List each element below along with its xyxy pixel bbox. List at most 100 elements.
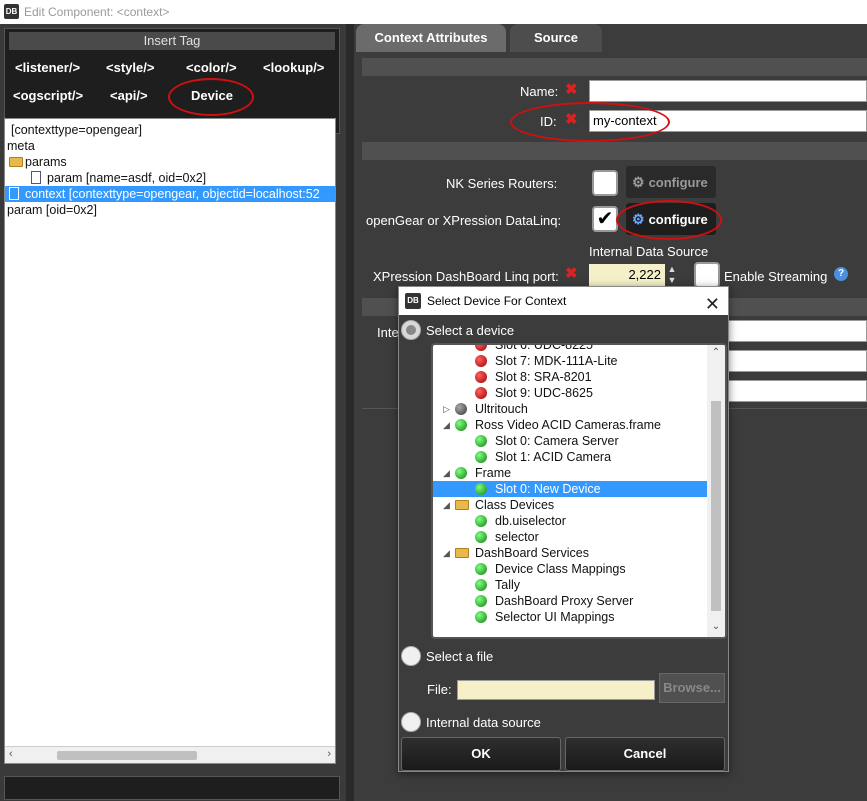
folder-icon xyxy=(455,500,469,510)
dialog-title: Select Device For Context xyxy=(427,294,567,308)
expanded-arrow-icon[interactable]: ◢ xyxy=(443,465,450,481)
device-row[interactable]: ◢ DashBoard Services xyxy=(433,545,709,561)
collapsed-arrow-icon[interactable]: ▷ xyxy=(443,401,450,417)
tree-item-selected[interactable]: context [contexttype=opengear, objectid=… xyxy=(5,186,335,202)
vertical-scrollbar[interactable]: ⌃ ⌄ xyxy=(707,345,725,637)
scroll-down-icon[interactable]: ⌄ xyxy=(707,619,725,635)
ok-button[interactable]: OK xyxy=(401,737,561,771)
device-row[interactable]: selector xyxy=(433,529,709,545)
status-green-icon xyxy=(455,467,467,479)
device-label: DashBoard Proxy Server xyxy=(495,594,634,608)
device-row[interactable]: Selector UI Mappings xyxy=(433,609,709,625)
scroll-thumb[interactable] xyxy=(711,401,721,611)
device-row[interactable]: Slot 7: MDK-111A-Lite xyxy=(433,353,709,369)
expanded-arrow-icon[interactable]: ◢ xyxy=(443,545,450,561)
tree-item[interactable]: param [name=asdf, oid=0x2] xyxy=(29,170,206,186)
tab-context-attributes[interactable]: Context Attributes xyxy=(356,24,506,52)
enable-streaming-label: Enable Streaming xyxy=(724,269,828,284)
status-red-icon xyxy=(475,345,487,351)
inte-label: Inte xyxy=(377,325,399,340)
internal-data-source-radio[interactable] xyxy=(401,712,421,732)
device-row[interactable]: ◢ Ross Video ACID Cameras.frame xyxy=(433,417,709,433)
browse-button[interactable]: Browse... xyxy=(659,673,725,703)
status-green-icon xyxy=(475,531,487,543)
device-row[interactable]: Tally xyxy=(433,577,709,593)
device-row[interactable]: ▷ Ultritouch xyxy=(433,401,709,417)
insert-tag-title: Insert Tag xyxy=(9,32,335,50)
device-label: Slot 0: New Device xyxy=(495,482,601,496)
insert-device-button[interactable]: Device xyxy=(191,88,233,103)
scroll-left-icon[interactable]: ‹ xyxy=(9,748,13,760)
tab-source[interactable]: Source xyxy=(510,24,602,52)
file-input[interactable] xyxy=(457,680,655,700)
gear-icon: ⚙ xyxy=(632,211,645,227)
status-red-icon xyxy=(475,387,487,399)
xpression-port-label: XPression DashBoard Linq port: xyxy=(373,269,559,284)
bottom-panel xyxy=(4,776,340,800)
insert-style-button[interactable]: <style/> xyxy=(106,60,154,75)
section-divider xyxy=(362,142,867,160)
status-red-icon xyxy=(475,355,487,367)
close-icon[interactable]: ✕ xyxy=(705,290,720,318)
window-title: Edit Component: <context> xyxy=(24,5,170,19)
select-file-radio[interactable] xyxy=(401,646,421,666)
device-row[interactable]: Slot 6: UDC-8225 xyxy=(433,343,709,353)
scroll-thumb[interactable] xyxy=(57,751,197,760)
opengear-configure-button[interactable]: ⚙ configure xyxy=(626,203,716,235)
insert-api-button[interactable]: <api/> xyxy=(110,88,148,103)
id-input[interactable]: my-context xyxy=(589,110,867,132)
device-row[interactable]: db.uiselector xyxy=(433,513,709,529)
device-row[interactable]: Slot 0: Camera Server xyxy=(433,433,709,449)
opengear-checkbox[interactable]: ✔ xyxy=(592,206,618,232)
nk-routers-checkbox[interactable] xyxy=(592,170,618,196)
splitter[interactable] xyxy=(346,24,354,801)
device-row[interactable]: ◢ Frame xyxy=(433,465,709,481)
device-label: DashBoard Services xyxy=(475,546,589,560)
background-field-2[interactable] xyxy=(726,350,867,372)
expanded-arrow-icon[interactable]: ◢ xyxy=(443,497,450,513)
tree-item[interactable]: param [oid=0x2] xyxy=(7,202,97,218)
device-row[interactable]: Slot 9: UDC-8625 xyxy=(433,385,709,401)
tree-item-params[interactable]: params xyxy=(7,154,67,170)
expanded-arrow-icon[interactable]: ◢ xyxy=(443,417,450,433)
device-label: Ultritouch xyxy=(475,402,528,416)
insert-color-button[interactable]: <color/> xyxy=(186,60,237,75)
device-row[interactable]: DashBoard Proxy Server xyxy=(433,593,709,609)
device-label: Slot 0: Camera Server xyxy=(495,434,619,448)
app-icon: DB xyxy=(4,4,19,19)
tree-item[interactable]: [contexttype=opengear] xyxy=(11,122,142,138)
port-spinner[interactable]: 2,222 xyxy=(589,264,665,286)
device-row[interactable]: ◢ Class Devices xyxy=(433,497,709,513)
nk-configure-button[interactable]: ⚙ configure xyxy=(626,166,716,198)
spinner-arrows-icon[interactable]: ▲ ▼ xyxy=(666,264,678,286)
tree-item[interactable]: meta xyxy=(7,138,35,154)
folder-icon xyxy=(9,157,23,167)
enable-streaming-checkbox[interactable] xyxy=(694,262,720,288)
device-row[interactable]: Slot 1: ACID Camera xyxy=(433,449,709,465)
background-field-1[interactable] xyxy=(726,320,867,342)
insert-listener-button[interactable]: <listener/> xyxy=(15,60,80,75)
horizontal-scrollbar[interactable]: ‹ › xyxy=(5,746,335,763)
device-row-selected[interactable]: Slot 0: New Device xyxy=(433,481,709,497)
background-field-3[interactable] xyxy=(726,380,867,402)
device-label: Slot 7: MDK-111A-Lite xyxy=(495,354,618,368)
status-green-icon xyxy=(475,563,487,575)
device-label: Slot 1: ACID Camera xyxy=(495,450,612,464)
help-icon[interactable]: ? xyxy=(834,267,848,281)
device-label: Slot 6: UDC-8225 xyxy=(495,343,593,352)
document-icon xyxy=(31,171,41,184)
folder-icon xyxy=(455,548,469,558)
select-device-radio[interactable] xyxy=(401,320,421,340)
scroll-right-icon[interactable]: › xyxy=(327,748,331,760)
opengear-label: openGear or XPression DataLinq: xyxy=(366,213,562,228)
device-row[interactable]: Slot 8: SRA-8201 xyxy=(433,369,709,385)
name-input[interactable] xyxy=(589,80,867,102)
device-row[interactable]: Device Class Mappings xyxy=(433,561,709,577)
device-label: Tally xyxy=(495,578,521,592)
cancel-button[interactable]: Cancel xyxy=(565,737,725,771)
insert-ogscript-button[interactable]: <ogscript/> xyxy=(13,88,83,103)
insert-lookup-button[interactable]: <lookup/> xyxy=(263,60,324,75)
scroll-up-icon[interactable]: ⌃ xyxy=(707,345,725,361)
left-panel: Insert Tag <listener/> <style/> <color/>… xyxy=(0,24,346,801)
device-label: Selector UI Mappings xyxy=(495,610,615,624)
